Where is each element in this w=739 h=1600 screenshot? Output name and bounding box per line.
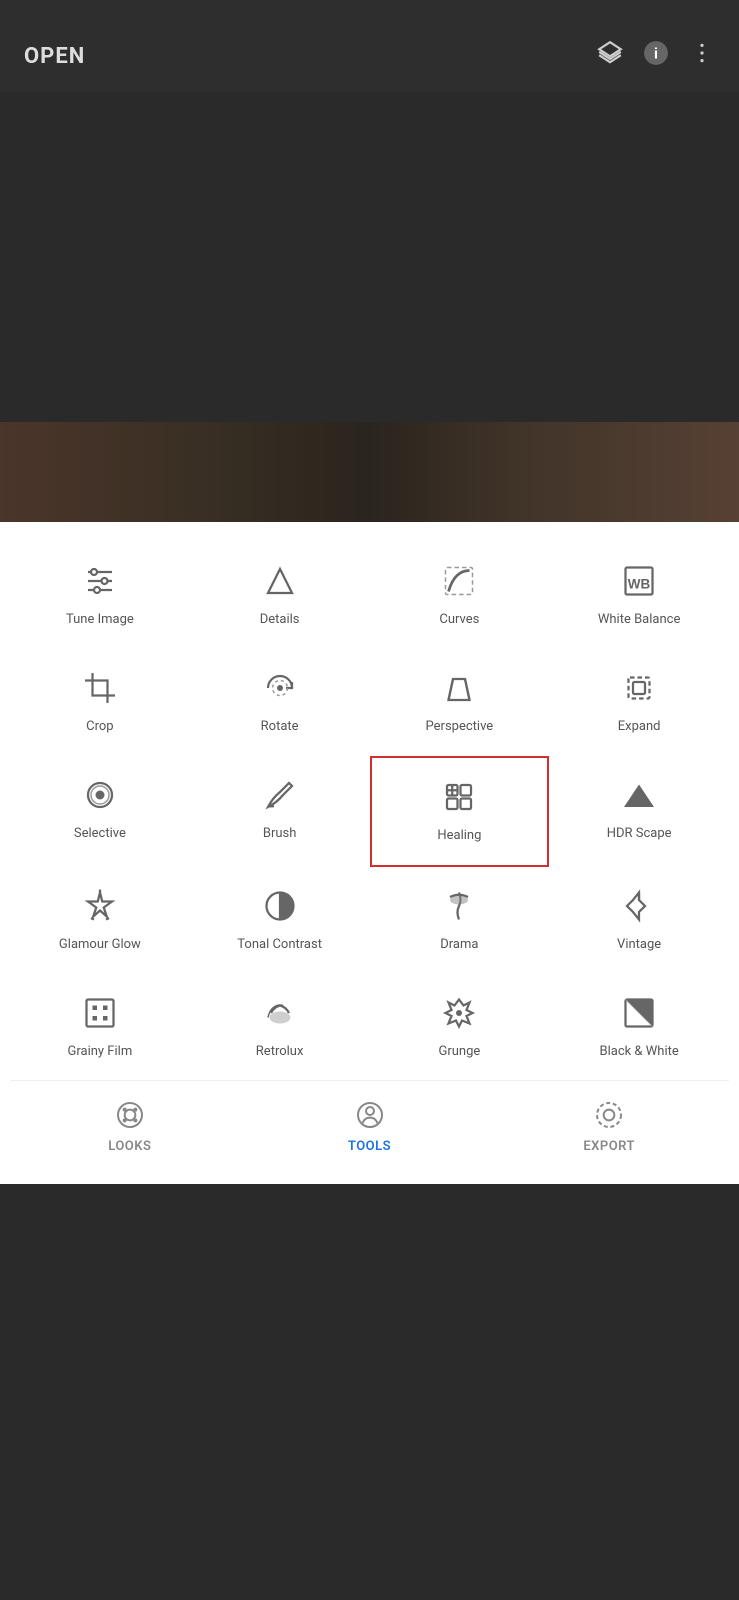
tool-perspective[interactable]: Perspective (370, 649, 550, 756)
layers-icon[interactable] (597, 40, 623, 72)
tune-image-label: Tune Image (66, 612, 134, 629)
tool-white-balance[interactable]: WB White Balance (549, 542, 729, 649)
brush-icon (259, 774, 301, 816)
healing-label: Healing (437, 828, 481, 845)
rotate-icon (259, 667, 301, 709)
crop-label: Crop (86, 719, 113, 736)
white-balance-icon: WB (618, 560, 660, 602)
tune-image-icon (79, 560, 121, 602)
black-white-label: Black & White (599, 1044, 678, 1061)
nav-looks[interactable]: LOOKS (10, 1097, 250, 1154)
nav-tools[interactable]: TOOLS (250, 1097, 490, 1154)
curves-icon (438, 560, 480, 602)
rotate-label: Rotate (261, 719, 299, 736)
tool-selective[interactable]: Selective (10, 756, 190, 867)
bottom-nav: LOOKS TOOLS EXPORT (10, 1080, 729, 1184)
tool-tonal-contrast[interactable]: Tonal Contrast (190, 867, 370, 974)
grainy-film-label: Grainy Film (68, 1044, 133, 1061)
tool-grainy-film[interactable]: Grainy Film (10, 974, 190, 1081)
vintage-icon (618, 885, 660, 927)
expand-icon (618, 667, 660, 709)
drama-icon (438, 885, 480, 927)
brush-label: Brush (263, 826, 297, 843)
selective-label: Selective (74, 826, 126, 843)
grunge-icon (438, 992, 480, 1034)
tool-expand[interactable]: Expand (549, 649, 729, 756)
open-button[interactable]: OPEN (24, 44, 85, 69)
details-icon (259, 560, 301, 602)
tool-tune-image[interactable]: Tune Image (10, 542, 190, 649)
tool-black-white[interactable]: Black & White (549, 974, 729, 1081)
details-label: Details (260, 612, 300, 629)
top-bar: OPEN i (0, 0, 739, 92)
tool-healing[interactable]: Healing (370, 756, 550, 867)
tools-panel: Tune Image Details Curves (0, 522, 739, 1184)
tools-grid: Tune Image Details Curves (10, 542, 729, 1080)
hdr-scape-label: HDR Scape (607, 826, 672, 843)
looks-label: LOOKS (108, 1139, 151, 1154)
export-icon (591, 1097, 627, 1133)
looks-icon (112, 1097, 148, 1133)
white-balance-label: White Balance (598, 612, 681, 629)
hdr-scape-icon (618, 774, 660, 816)
svg-text:i: i (654, 45, 658, 62)
export-label: EXPORT (583, 1139, 635, 1154)
tool-retrolux[interactable]: Retrolux (190, 974, 370, 1081)
retrolux-icon (259, 992, 301, 1034)
tool-crop[interactable]: Crop (10, 649, 190, 756)
vintage-label: Vintage (617, 937, 661, 954)
grainy-film-icon (79, 992, 121, 1034)
tool-vintage[interactable]: Vintage (549, 867, 729, 974)
tool-glamour-glow[interactable]: Glamour Glow (10, 867, 190, 974)
crop-icon (79, 667, 121, 709)
tonal-contrast-icon (259, 885, 301, 927)
tool-rotate[interactable]: Rotate (190, 649, 370, 756)
more-icon[interactable] (689, 40, 715, 72)
tool-grunge[interactable]: Grunge (370, 974, 550, 1081)
healing-icon (438, 776, 480, 818)
perspective-label: Perspective (426, 719, 494, 736)
selective-icon (79, 774, 121, 816)
glamour-glow-icon (79, 885, 121, 927)
black-white-icon (618, 992, 660, 1034)
svg-text:WB: WB (628, 577, 651, 592)
curves-label: Curves (439, 612, 479, 629)
tool-brush[interactable]: Brush (190, 756, 370, 867)
drama-label: Drama (440, 937, 478, 954)
perspective-icon (438, 667, 480, 709)
tools-label: TOOLS (348, 1139, 391, 1154)
tonal-contrast-label: Tonal Contrast (237, 937, 322, 954)
image-preview (0, 422, 739, 522)
info-icon[interactable]: i (643, 40, 669, 72)
top-bar-actions: i (597, 40, 715, 72)
nav-export[interactable]: EXPORT (489, 1097, 729, 1154)
tools-icon (352, 1097, 388, 1133)
retrolux-label: Retrolux (256, 1044, 304, 1061)
tool-drama[interactable]: Drama (370, 867, 550, 974)
grunge-label: Grunge (438, 1044, 480, 1061)
glamour-glow-label: Glamour Glow (59, 937, 141, 954)
tool-details[interactable]: Details (190, 542, 370, 649)
expand-label: Expand (618, 719, 661, 736)
tool-hdr-scape[interactable]: HDR Scape (549, 756, 729, 867)
tool-curves[interactable]: Curves (370, 542, 550, 649)
image-canvas (0, 92, 739, 522)
